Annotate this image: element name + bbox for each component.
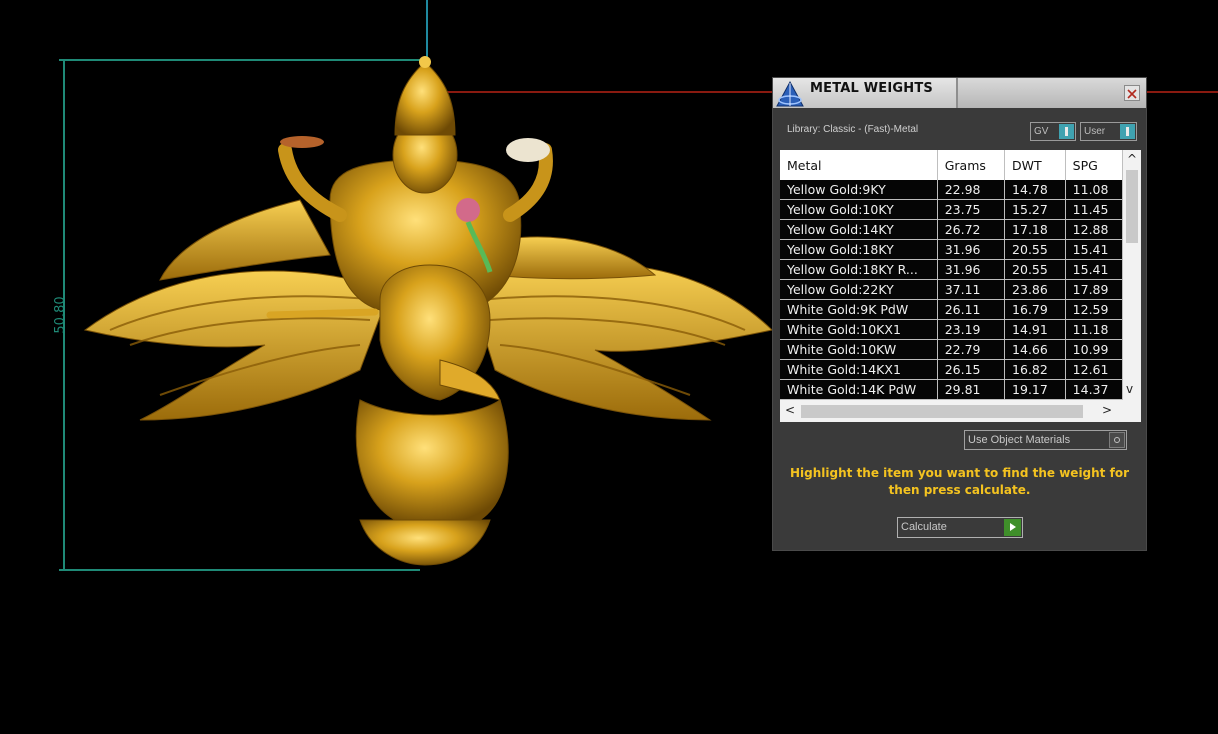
close-icon [1127, 89, 1137, 99]
metal-name-cell: White Gold:14KX1 [780, 359, 938, 380]
weight-cell: 14.66 [1004, 339, 1066, 360]
gv-toggle[interactable]: GV [1030, 122, 1076, 141]
column-header[interactable]: DWT [1004, 150, 1066, 180]
weight-cell: 11.18 [1065, 319, 1123, 340]
weight-cell: 10.99 [1065, 339, 1123, 360]
weight-cell: 11.08 [1065, 180, 1123, 200]
metal-name-cell: Yellow Gold:10KY [780, 199, 938, 220]
weight-cell: 12.61 [1065, 359, 1123, 380]
weight-cell: 12.59 [1065, 299, 1123, 320]
scroll-right-icon[interactable]: > [1102, 404, 1112, 416]
weight-cell: 26.72 [937, 219, 1006, 240]
radio-icon[interactable] [1109, 432, 1125, 448]
weight-cell: 29.81 [937, 379, 1006, 400]
table-viewport[interactable]: Metal Grams DWT SPG Yellow Gold:9KY 22.98… [780, 150, 1123, 400]
weight-cell: 16.79 [1004, 299, 1066, 320]
metal-table: Metal Grams DWT SPG Yellow Gold:9KY 22.98… [780, 150, 1141, 422]
weight-cell: 17.18 [1004, 219, 1066, 240]
title-tab[interactable]: METAL WEIGHTS [773, 78, 958, 108]
table-header-row: Metal Grams DWT SPG [780, 150, 1123, 180]
weight-cell: 15.41 [1065, 239, 1123, 260]
weight-cell: 15.27 [1004, 199, 1066, 220]
weight-cell: 15.41 [1065, 259, 1123, 280]
weight-cell: 12.88 [1065, 219, 1123, 240]
scroll-up-icon[interactable]: ^ [1127, 153, 1137, 165]
weight-cell: 31.96 [937, 239, 1006, 260]
metal-name-cell: White Gold:10KX1 [780, 319, 938, 340]
weight-cell: 11.45 [1065, 199, 1123, 220]
dialog-titlebar[interactable]: METAL WEIGHTS [773, 78, 1146, 108]
user-toggle-label: User [1084, 126, 1106, 137]
weight-cell: 14.91 [1004, 319, 1066, 340]
column-header[interactable]: Grams [937, 150, 1006, 180]
table-row[interactable]: Yellow Gold:18KY R... 31.96 20.55 15.41 [780, 259, 1123, 280]
user-toggle[interactable]: User [1080, 122, 1137, 141]
weight-cell: 22.79 [937, 339, 1006, 360]
dialog-title: METAL WEIGHTS [810, 81, 933, 96]
weight-cell: 26.11 [937, 299, 1006, 320]
metal-weights-dialog: METAL WEIGHTS Library: Classic - (Fast)-… [772, 77, 1147, 551]
horizontal-scroll-thumb[interactable] [801, 405, 1083, 418]
gv-toggle-label: GV [1034, 126, 1049, 137]
toggle-indicator-icon [1059, 124, 1074, 139]
vertical-scroll-thumb[interactable] [1126, 170, 1138, 243]
weight-cell: 20.55 [1004, 239, 1066, 260]
metal-name-cell: White Gold:9K PdW [780, 299, 938, 320]
app-logo-icon [776, 80, 804, 107]
scroll-left-icon[interactable]: < [785, 404, 795, 416]
instruction-text: Highlight the item you want to find the … [790, 466, 1129, 497]
metal-name-cell: Yellow Gold:18KY [780, 239, 938, 260]
table-row[interactable]: White Gold:10KX1 23.19 14.91 11.18 [780, 319, 1123, 340]
weight-cell: 31.96 [937, 259, 1006, 280]
table-row[interactable]: Yellow Gold:9KY 22.98 14.78 11.08 [780, 180, 1123, 200]
scroll-down-icon[interactable]: v [1126, 383, 1133, 395]
play-icon [1004, 519, 1021, 536]
close-button[interactable] [1124, 85, 1140, 101]
metal-weights-table: Metal Grams DWT SPG Yellow Gold:9KY 22.98… [780, 150, 1123, 400]
column-header[interactable]: SPG [1065, 150, 1123, 180]
weight-cell: 23.86 [1004, 279, 1066, 300]
table-row[interactable]: Yellow Gold:14KY 26.72 17.18 12.88 [780, 219, 1123, 240]
table-row[interactable]: White Gold:9K PdW 26.11 16.79 12.59 [780, 299, 1123, 320]
weight-cell: 20.55 [1004, 259, 1066, 280]
gold-pendant-model[interactable] [83, 56, 774, 566]
metal-name-cell: Yellow Gold:9KY [780, 180, 938, 200]
use-object-materials-option[interactable]: Use Object Materials [964, 430, 1127, 450]
weight-cell: 14.37 [1065, 379, 1123, 400]
weight-cell: 22.98 [937, 180, 1006, 200]
column-header[interactable]: Metal [780, 150, 938, 180]
calculate-button[interactable]: Calculate [897, 517, 1023, 538]
metal-name-cell: White Gold:10KW [780, 339, 938, 360]
metal-name-cell: White Gold:14K PdW [780, 379, 938, 400]
table-row[interactable]: White Gold:10KW 22.79 14.66 10.99 [780, 339, 1123, 360]
metal-name-cell: Yellow Gold:18KY R... [780, 259, 938, 280]
weight-cell: 14.78 [1004, 180, 1066, 200]
table-row[interactable]: White Gold:14KX1 26.15 16.82 12.61 [780, 359, 1123, 380]
weight-cell: 37.11 [937, 279, 1006, 300]
weight-cell: 23.19 [937, 319, 1006, 340]
metal-name-cell: Yellow Gold:14KY [780, 219, 938, 240]
vertical-scrollbar[interactable]: ^ v [1123, 150, 1141, 400]
weight-cell: 26.15 [937, 359, 1006, 380]
table-row[interactable]: Yellow Gold:10KY 23.75 15.27 11.45 [780, 199, 1123, 220]
weight-cell: 19.17 [1004, 379, 1066, 400]
table-row[interactable]: Yellow Gold:18KY 31.96 20.55 15.41 [780, 239, 1123, 260]
use-object-materials-label: Use Object Materials [968, 434, 1071, 446]
weight-cell: 17.89 [1065, 279, 1123, 300]
weight-cell: 16.82 [1004, 359, 1066, 380]
right-wing [469, 263, 774, 421]
toggle-indicator-icon [1120, 124, 1135, 139]
weight-cell: 23.75 [937, 199, 1006, 220]
table-row[interactable]: White Gold:14K PdW 29.81 19.17 14.37 [780, 379, 1123, 400]
library-label: Library: Classic - (Fast)-Metal [787, 124, 919, 135]
calculate-label: Calculate [901, 521, 947, 533]
dimension-label: 50.80 [53, 296, 68, 333]
table-row[interactable]: Yellow Gold:22KY 37.11 23.86 17.89 [780, 279, 1123, 300]
horizontal-scrollbar[interactable]: < > [780, 400, 1141, 422]
metal-name-cell: Yellow Gold:22KY [780, 279, 938, 300]
